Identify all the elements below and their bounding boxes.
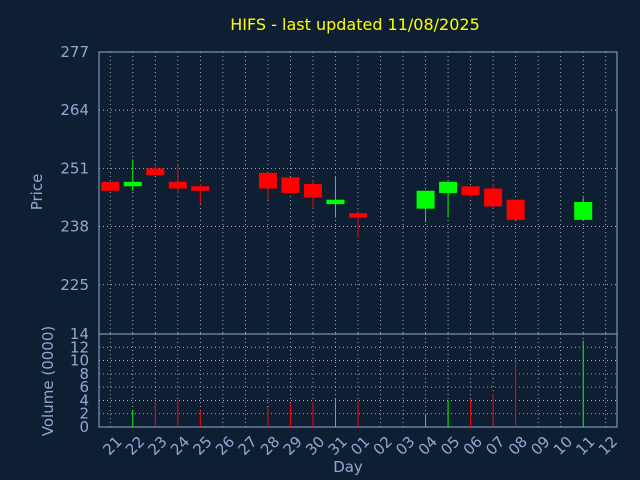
chart-svg: HIFS - last updated 11/08/2025 Price Vol… (28, 15, 621, 476)
candle-body (146, 168, 165, 176)
candle-body (574, 201, 593, 220)
x-axis-label: Day (333, 458, 363, 476)
candle-body (439, 181, 458, 193)
price-panel-frame (98, 51, 618, 335)
candle-body (101, 181, 120, 191)
candle-body (281, 177, 300, 193)
price-tick-label: 251 (60, 159, 89, 177)
candle-body (326, 199, 345, 205)
candle-body (258, 172, 277, 189)
volume-tick-label: 14 (70, 325, 89, 343)
candle-body (461, 186, 480, 196)
chart: HIFS - last updated 11/08/2025 Price Vol… (0, 0, 640, 480)
price-axis-label: Price (28, 174, 46, 211)
price-tick-label: 264 (60, 101, 89, 119)
candle-body (416, 190, 435, 209)
candle-body (506, 199, 525, 220)
x-tick-label: 12 (595, 433, 621, 459)
candle-body (484, 188, 503, 207)
price-tick-label: 225 (60, 276, 89, 294)
candle-body (348, 213, 368, 218)
price-tick-label: 277 (60, 43, 89, 61)
candle-body (168, 181, 187, 189)
price-tick-label: 238 (60, 218, 89, 236)
chart-title: HIFS - last updated 11/08/2025 (230, 15, 480, 34)
candle-body (123, 181, 142, 187)
candle-body (303, 184, 322, 198)
candle-body (191, 186, 210, 191)
volume-axis-label: Volume (0000) (39, 326, 57, 436)
